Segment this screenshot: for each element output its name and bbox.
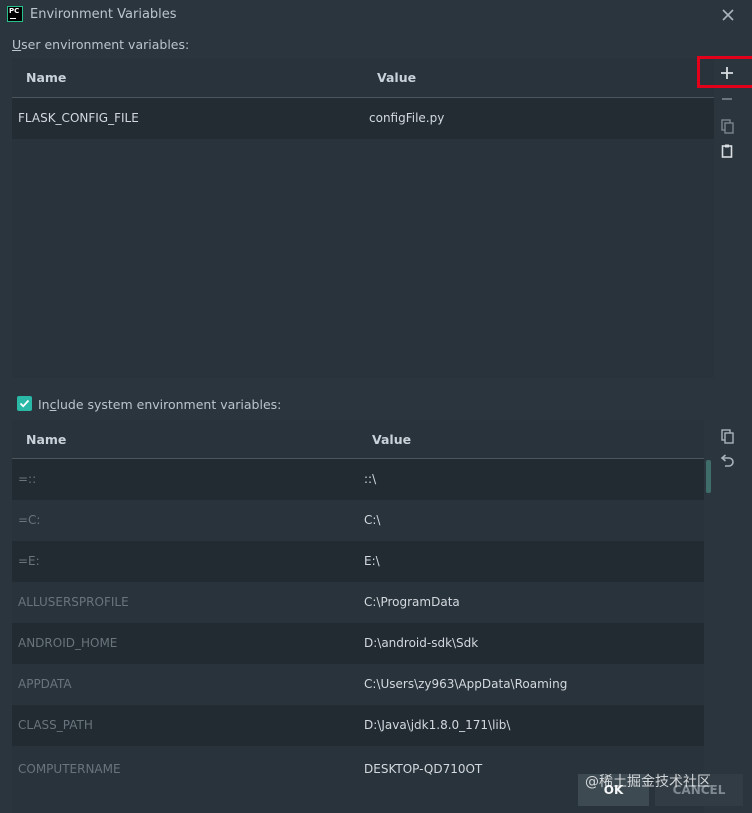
env-value-cell[interactable]: configFile.py xyxy=(369,111,444,125)
table-row[interactable]: =:: ::\ xyxy=(12,459,704,500)
env-name-cell[interactable]: =E: xyxy=(18,554,40,568)
paste-button[interactable] xyxy=(715,139,739,163)
add-icon xyxy=(721,67,733,79)
column-header-name[interactable]: Name xyxy=(26,70,66,85)
undo-icon xyxy=(720,454,734,467)
copy-system-button[interactable] xyxy=(715,423,739,447)
env-value-cell[interactable]: DESKTOP-QD710OT xyxy=(364,762,482,776)
cancel-button[interactable]: CANCEL xyxy=(655,774,743,806)
env-name-cell[interactable]: FLASK_CONFIG_FILE xyxy=(18,111,139,125)
include-system-env-label[interactable]: Include system environment variables: xyxy=(38,397,281,412)
column-header-value[interactable]: Value xyxy=(377,70,416,85)
env-name-cell[interactable]: APPDATA xyxy=(18,677,72,691)
env-name-cell[interactable]: ANDROID_HOME xyxy=(18,636,117,650)
environment-variables-dialog: PC Environment Variables User environmen… xyxy=(0,0,752,813)
user-env-table-body: FLASK_CONFIG_FILE configFile.py xyxy=(12,98,714,139)
system-env-table-header: Name Value xyxy=(12,420,704,459)
ok-button[interactable]: OK xyxy=(578,774,649,806)
checkmark-icon xyxy=(19,399,30,408)
system-env-table: Name Value =:: ::\ =C: C:\ =E: E:\ ALLUS… xyxy=(12,420,704,813)
window-title: Environment Variables xyxy=(30,7,177,22)
column-header-name[interactable]: Name xyxy=(26,432,66,447)
system-env-table-body: =:: ::\ =C: C:\ =E: E:\ ALLUSERSPROFILE … xyxy=(12,459,704,787)
system-env-scrollbar[interactable] xyxy=(706,460,711,493)
env-value-cell[interactable]: C:\ProgramData xyxy=(364,595,460,609)
env-name-cell[interactable]: ALLUSERSPROFILE xyxy=(18,595,129,609)
copy-button[interactable] xyxy=(715,113,739,137)
env-value-cell[interactable]: C:\Users\zy963\AppData\Roaming xyxy=(364,677,567,691)
title-bar: PC Environment Variables xyxy=(0,0,752,30)
env-name-cell[interactable]: =:: xyxy=(18,472,36,486)
table-row[interactable]: =E: E:\ xyxy=(12,541,704,582)
close-button[interactable] xyxy=(717,4,739,26)
table-row[interactable]: FLASK_CONFIG_FILE configFile.py xyxy=(12,98,714,139)
user-env-label: User environment variables: xyxy=(12,37,190,52)
paste-icon xyxy=(721,144,733,158)
table-row[interactable]: ANDROID_HOME D:\android-sdk\Sdk xyxy=(12,623,704,664)
undo-button[interactable] xyxy=(715,449,739,473)
remove-button[interactable] xyxy=(715,87,739,111)
env-name-cell[interactable]: COMPUTERNAME xyxy=(18,762,121,776)
remove-icon xyxy=(722,98,732,100)
pycharm-logo-icon: PC xyxy=(7,6,23,22)
env-value-cell[interactable]: C:\ xyxy=(364,513,380,527)
env-value-cell[interactable]: ::\ xyxy=(364,472,376,486)
close-icon xyxy=(722,9,734,21)
table-row[interactable]: CLASS_PATH D:\Java\jdk1.8.0_171\lib\ xyxy=(12,705,704,746)
user-env-table: Name Value FLASK_CONFIG_FILE configFile.… xyxy=(12,58,714,378)
env-name-cell[interactable]: =C: xyxy=(18,513,40,527)
table-row[interactable]: =C: C:\ xyxy=(12,500,704,541)
copy-icon xyxy=(721,119,734,134)
user-env-table-header: Name Value xyxy=(12,58,714,98)
env-value-cell[interactable]: E:\ xyxy=(364,554,380,568)
copy-icon xyxy=(721,429,734,444)
env-name-cell[interactable]: CLASS_PATH xyxy=(18,718,93,732)
column-header-value[interactable]: Value xyxy=(372,432,411,447)
include-system-env-checkbox[interactable] xyxy=(17,396,32,411)
table-row[interactable]: APPDATA C:\Users\zy963\AppData\Roaming xyxy=(12,664,704,705)
add-button[interactable] xyxy=(715,61,739,85)
env-value-cell[interactable]: D:\android-sdk\Sdk xyxy=(364,636,478,650)
env-value-cell[interactable]: D:\Java\jdk1.8.0_171\lib\ xyxy=(364,718,510,732)
table-row[interactable]: ALLUSERSPROFILE C:\ProgramData xyxy=(12,582,704,623)
